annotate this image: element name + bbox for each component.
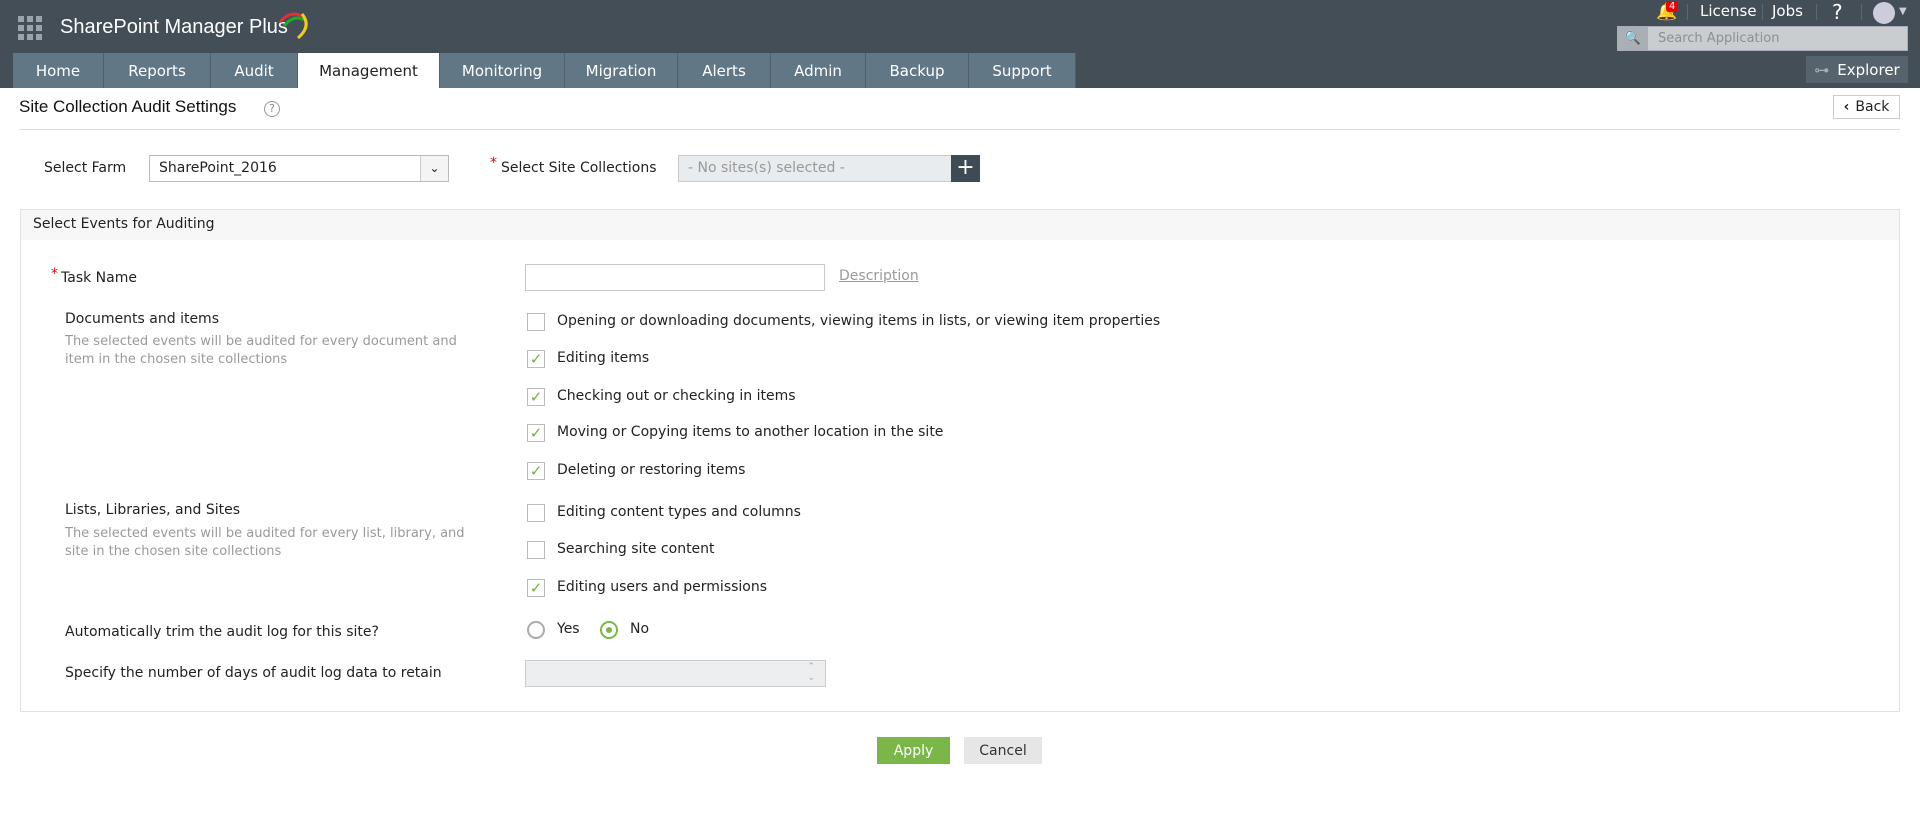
license-link[interactable]: License	[1700, 2, 1757, 20]
explorer-label: Explorer	[1837, 60, 1900, 79]
event-label: Moving or Copying items to another locat…	[557, 424, 944, 440]
section-title: Select Events for Auditing	[21, 210, 1899, 240]
documents-heading: Documents and items	[65, 311, 219, 327]
event-checkbox[interactable]: ✓	[527, 388, 545, 406]
chevron-left-icon: ‹	[1843, 99, 1850, 115]
tab-reports[interactable]: Reports	[104, 53, 211, 88]
event-checkbox[interactable]	[527, 541, 545, 559]
trim-yes-label: Yes	[557, 621, 580, 637]
tab-monitoring[interactable]: Monitoring	[440, 53, 565, 88]
site-collections-field[interactable]: - No sites(s) selected -	[678, 155, 952, 182]
help-icon[interactable]: ?	[1832, 0, 1843, 24]
tab-admin[interactable]: Admin	[771, 53, 866, 88]
explorer-button[interactable]: ⊶ Explorer	[1806, 56, 1908, 83]
tab-migration[interactable]: Migration	[565, 53, 678, 88]
farm-label: Select Farm	[44, 160, 127, 176]
logo-arc-icon	[278, 12, 308, 40]
event-label: Editing items	[557, 350, 650, 366]
event-checkbox[interactable]	[527, 313, 545, 331]
event-label: Opening or downloading documents, viewin…	[557, 313, 1161, 329]
spinner-arrows-icon[interactable]: ⌃ ⌄	[807, 662, 815, 684]
task-name-input[interactable]	[525, 264, 825, 291]
tab-alerts[interactable]: Alerts	[678, 53, 771, 88]
trim-no-radio[interactable]	[600, 621, 618, 639]
search-icon: 🔍	[1618, 27, 1648, 50]
help-circle-icon[interactable]: ?	[264, 101, 280, 117]
lists-description: The selected events will be audited for …	[65, 526, 465, 559]
required-marker: *	[490, 155, 497, 171]
user-avatar-icon[interactable]	[1873, 2, 1895, 24]
event-label: Editing users and permissions	[557, 579, 768, 595]
days-label: Specify the number of days of audit log …	[65, 665, 442, 681]
documents-description: The selected events will be audited for …	[65, 334, 457, 367]
tree-icon: ⊶	[1814, 60, 1830, 79]
tab-home[interactable]: Home	[13, 53, 104, 88]
app-logo[interactable]: SharePoint Manager Plus	[60, 16, 288, 39]
search-input[interactable]: Search Application	[1658, 31, 1779, 46]
task-name-label: Task Name	[61, 270, 137, 286]
back-button[interactable]: ‹ Back	[1833, 95, 1900, 119]
days-spinner[interactable]: ⌃ ⌄	[525, 660, 826, 687]
event-label: Checking out or checking in items	[557, 388, 796, 404]
event-checkbox[interactable]: ✓	[527, 350, 545, 368]
chevron-down-icon: ⌄	[420, 156, 448, 181]
cancel-button[interactable]: Cancel	[964, 737, 1042, 764]
event-label: Searching site content	[557, 541, 715, 557]
page-title: Site Collection Audit Settings	[19, 97, 237, 116]
farm-value: SharePoint_2016	[159, 160, 277, 176]
lists-heading: Lists, Libraries, and Sites	[65, 502, 240, 518]
tab-management[interactable]: Management	[298, 53, 440, 88]
farm-select[interactable]: SharePoint_2016 ⌄	[149, 155, 449, 182]
trim-yes-radio[interactable]	[527, 621, 545, 639]
tab-support[interactable]: Support	[969, 53, 1076, 88]
event-label: Editing content types and columns	[557, 504, 801, 520]
notification-badge: 4	[1666, 1, 1679, 12]
event-checkbox[interactable]: ✓	[527, 424, 545, 442]
required-marker: *	[51, 266, 58, 282]
site-collections-label: Select Site Collections	[501, 160, 657, 176]
apply-button[interactable]: Apply	[877, 737, 950, 764]
description-link[interactable]: Description	[839, 268, 919, 284]
event-checkbox[interactable]	[527, 504, 545, 522]
user-menu-caret-icon[interactable]: ▼	[1899, 6, 1907, 17]
trim-no-label: No	[630, 621, 650, 637]
tab-backup[interactable]: Backup	[866, 53, 969, 88]
search-application[interactable]: 🔍 Search Application	[1617, 26, 1908, 51]
back-label: Back	[1855, 99, 1890, 115]
event-checkbox[interactable]: ✓	[527, 462, 545, 480]
event-label: Deleting or restoring items	[557, 462, 746, 478]
event-checkbox[interactable]: ✓	[527, 579, 545, 597]
add-sites-button[interactable]: +	[951, 155, 980, 182]
app-grid-icon[interactable]	[18, 16, 42, 40]
tab-audit[interactable]: Audit	[211, 53, 298, 88]
trim-label: Automatically trim the audit log for thi…	[65, 624, 379, 640]
jobs-link[interactable]: Jobs	[1772, 2, 1803, 20]
divider	[19, 129, 1900, 130]
